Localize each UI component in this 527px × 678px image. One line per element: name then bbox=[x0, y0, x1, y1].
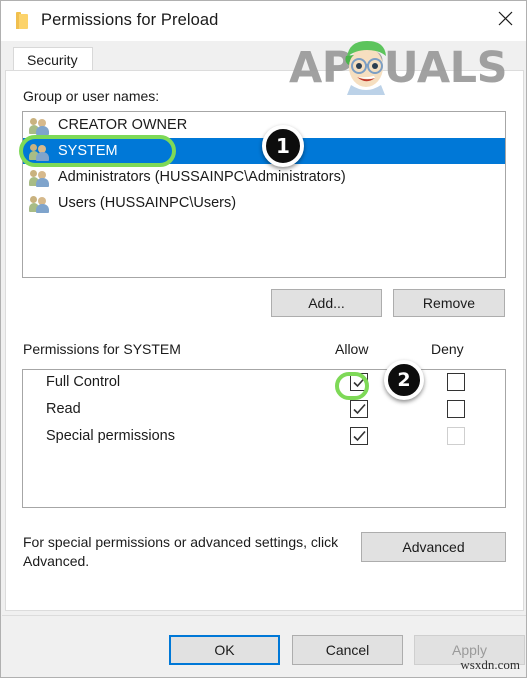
permission-row: Special permissions bbox=[23, 424, 505, 451]
window-title: Permissions for Preload bbox=[41, 11, 219, 29]
close-icon[interactable] bbox=[482, 1, 526, 35]
permission-label: Special permissions bbox=[46, 428, 175, 444]
list-item[interactable]: CREATOR OWNER bbox=[23, 112, 505, 138]
tab-security[interactable]: Security bbox=[13, 47, 93, 71]
deny-checkbox-read[interactable] bbox=[447, 400, 465, 418]
allow-checkbox-special-permissions[interactable] bbox=[350, 427, 368, 445]
list-item-label: Administrators (HUSSAINPC\Administrators… bbox=[58, 169, 346, 185]
users-group-icon bbox=[29, 142, 50, 161]
folder-icon bbox=[16, 12, 31, 29]
advanced-button[interactable]: Advanced bbox=[361, 532, 506, 562]
allow-checkbox-read[interactable] bbox=[350, 400, 368, 418]
permission-label: Read bbox=[46, 401, 81, 417]
ok-button[interactable]: OK bbox=[169, 635, 280, 665]
site-watermark: wsxdn.com bbox=[460, 657, 520, 672]
annotation-badge-1: 1 bbox=[262, 125, 304, 167]
title-bar: Permissions for Preload bbox=[1, 1, 526, 41]
deny-checkbox-special-permissions bbox=[447, 427, 465, 445]
list-item[interactable]: Users (HUSSAINPC\Users) bbox=[23, 190, 505, 216]
list-item-label: SYSTEM bbox=[58, 143, 118, 159]
users-group-icon bbox=[29, 194, 50, 213]
permission-label: Full Control bbox=[46, 374, 121, 390]
tab-bar: Security bbox=[1, 41, 526, 71]
permissions-label: Permissions for SYSTEM bbox=[23, 341, 181, 357]
users-group-icon bbox=[29, 116, 50, 135]
allow-column-header: Allow bbox=[335, 341, 369, 357]
cancel-button[interactable]: Cancel bbox=[292, 635, 403, 665]
group-names-label: Group or user names: bbox=[23, 88, 160, 104]
add-button[interactable]: Add... bbox=[271, 289, 382, 317]
permission-row: Full Control bbox=[23, 370, 505, 397]
list-item-label: Users (HUSSAINPC\Users) bbox=[58, 195, 237, 211]
annotation-badge-2: 2 bbox=[384, 360, 424, 400]
permission-row: Read bbox=[23, 397, 505, 424]
remove-button[interactable]: Remove bbox=[393, 289, 505, 317]
list-item[interactable]: Administrators (HUSSAINPC\Administrators… bbox=[23, 164, 505, 190]
list-item-label: CREATOR OWNER bbox=[58, 117, 188, 133]
permissions-dialog: Permissions for Preload Security Group o… bbox=[0, 0, 527, 678]
deny-checkbox-full-control[interactable] bbox=[447, 373, 465, 391]
allow-checkbox-full-control[interactable] bbox=[350, 373, 368, 391]
deny-column-header: Deny bbox=[431, 341, 464, 357]
users-group-icon bbox=[29, 168, 50, 187]
permissions-list: Full Control Read Special permissions bbox=[22, 369, 506, 508]
advanced-help-text: For special permissions or advanced sett… bbox=[23, 534, 339, 569]
